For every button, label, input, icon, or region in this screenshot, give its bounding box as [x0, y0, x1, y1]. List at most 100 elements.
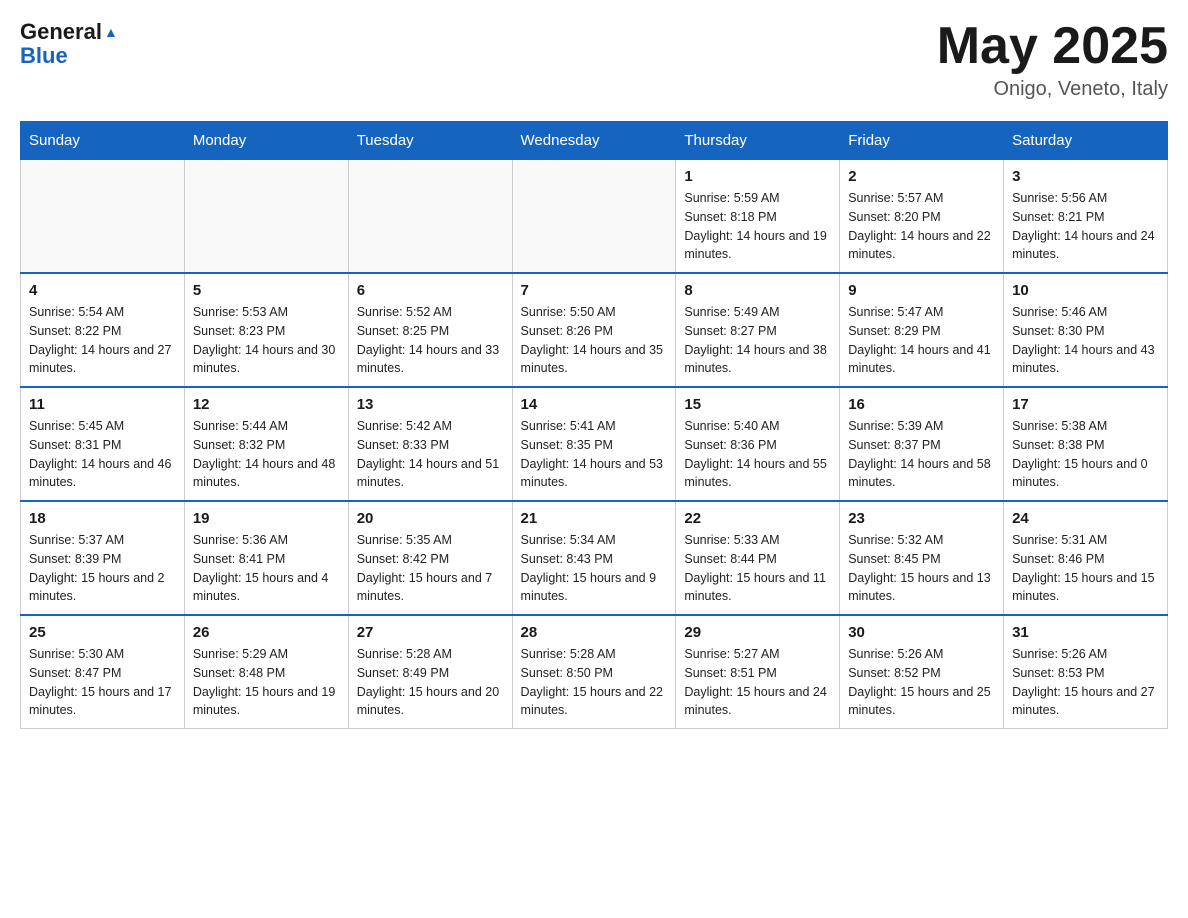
day-number: 18	[29, 510, 176, 527]
day-number: 11	[29, 396, 176, 413]
calendar-cell: 7 Sunrise: 5:50 AM Sunset: 8:26 PM Daylig…	[512, 273, 676, 387]
day-info: Sunrise: 5:30 AM Sunset: 8:47 PM Dayligh…	[29, 645, 176, 720]
day-number: 29	[684, 624, 831, 641]
column-header-thursday: Thursday	[676, 122, 840, 160]
day-number: 26	[193, 624, 340, 641]
calendar-cell: 11 Sunrise: 5:45 AM Sunset: 8:31 PM Dayli…	[21, 387, 185, 501]
day-number: 16	[848, 396, 995, 413]
day-info: Sunrise: 5:26 AM Sunset: 8:52 PM Dayligh…	[848, 645, 995, 720]
day-number: 15	[684, 396, 831, 413]
calendar-cell: 30 Sunrise: 5:26 AM Sunset: 8:52 PM Dayli…	[840, 615, 1004, 729]
calendar-cell: 6Sunrise: 5:52 AM Sunset: 8:25 PM Daylig…	[348, 273, 512, 387]
day-info: Sunrise: 5:36 AM Sunset: 8:41 PM Dayligh…	[193, 531, 340, 606]
day-info: Sunrise: 5:29 AM Sunset: 8:48 PM Dayligh…	[193, 645, 340, 720]
calendar-week-row: 1 Sunrise: 5:59 AM Sunset: 8:18 PM Daylig…	[21, 160, 1168, 274]
day-number: 27	[357, 624, 504, 641]
location: Onigo, Veneto, Italy	[937, 78, 1168, 101]
day-number: 7	[521, 282, 668, 299]
calendar-cell	[348, 160, 512, 274]
calendar-week-row: 11 Sunrise: 5:45 AM Sunset: 8:31 PM Dayli…	[21, 387, 1168, 501]
calendar-week-row: 18 Sunrise: 5:37 AM Sunset: 8:39 PM Dayli…	[21, 501, 1168, 615]
day-number: 3	[1012, 168, 1159, 185]
column-header-wednesday: Wednesday	[512, 122, 676, 160]
column-header-saturday: Saturday	[1004, 122, 1168, 160]
day-number: 22	[684, 510, 831, 527]
day-info: Sunrise: 5:52 AM Sunset: 8:25 PM Dayligh…	[357, 303, 504, 378]
calendar-cell: 8Sunrise: 5:49 AM Sunset: 8:27 PM Daylig…	[676, 273, 840, 387]
calendar-cell: 29Sunrise: 5:27 AM Sunset: 8:51 PM Dayli…	[676, 615, 840, 729]
day-number: 2	[848, 168, 995, 185]
calendar-cell: 25 Sunrise: 5:30 AM Sunset: 8:47 PM Dayli…	[21, 615, 185, 729]
day-info: Sunrise: 5:28 AM Sunset: 8:50 PM Dayligh…	[521, 645, 668, 720]
logo-blue: Blue	[20, 43, 68, 68]
calendar-cell: 2Sunrise: 5:57 AM Sunset: 8:20 PM Daylig…	[840, 160, 1004, 274]
day-info: Sunrise: 5:45 AM Sunset: 8:31 PM Dayligh…	[29, 417, 176, 492]
day-info: Sunrise: 5:32 AM Sunset: 8:45 PM Dayligh…	[848, 531, 995, 606]
day-number: 31	[1012, 624, 1159, 641]
day-info: Sunrise: 5:56 AM Sunset: 8:21 PM Dayligh…	[1012, 189, 1159, 264]
calendar-cell: 19 Sunrise: 5:36 AM Sunset: 8:41 PM Dayli…	[184, 501, 348, 615]
day-info: Sunrise: 5:53 AM Sunset: 8:23 PM Dayligh…	[193, 303, 340, 378]
day-number: 24	[1012, 510, 1159, 527]
day-info: Sunrise: 5:44 AM Sunset: 8:32 PM Dayligh…	[193, 417, 340, 492]
calendar-cell: 5 Sunrise: 5:53 AM Sunset: 8:23 PM Daylig…	[184, 273, 348, 387]
day-info: Sunrise: 5:39 AM Sunset: 8:37 PM Dayligh…	[848, 417, 995, 492]
day-number: 28	[521, 624, 668, 641]
day-number: 4	[29, 282, 176, 299]
calendar-cell: 3 Sunrise: 5:56 AM Sunset: 8:21 PM Daylig…	[1004, 160, 1168, 274]
day-info: Sunrise: 5:47 AM Sunset: 8:29 PM Dayligh…	[848, 303, 995, 378]
calendar-cell: 24 Sunrise: 5:31 AM Sunset: 8:46 PM Dayli…	[1004, 501, 1168, 615]
logo: General▲ Blue	[20, 20, 118, 68]
day-info: Sunrise: 5:59 AM Sunset: 8:18 PM Dayligh…	[684, 189, 831, 264]
calendar-cell: 26 Sunrise: 5:29 AM Sunset: 8:48 PM Dayli…	[184, 615, 348, 729]
day-info: Sunrise: 5:28 AM Sunset: 8:49 PM Dayligh…	[357, 645, 504, 720]
calendar-cell: 15 Sunrise: 5:40 AM Sunset: 8:36 PM Dayli…	[676, 387, 840, 501]
calendar-cell: 9 Sunrise: 5:47 AM Sunset: 8:29 PM Daylig…	[840, 273, 1004, 387]
calendar-cell	[512, 160, 676, 274]
day-info: Sunrise: 5:50 AM Sunset: 8:26 PM Dayligh…	[521, 303, 668, 378]
day-number: 13	[357, 396, 504, 413]
calendar-week-row: 25 Sunrise: 5:30 AM Sunset: 8:47 PM Dayli…	[21, 615, 1168, 729]
title-block: May 2025 Onigo, Veneto, Italy	[937, 20, 1168, 101]
calendar-cell	[21, 160, 185, 274]
calendar-cell: 21Sunrise: 5:34 AM Sunset: 8:43 PM Dayli…	[512, 501, 676, 615]
column-header-friday: Friday	[840, 122, 1004, 160]
calendar-cell: 23Sunrise: 5:32 AM Sunset: 8:45 PM Dayli…	[840, 501, 1004, 615]
day-info: Sunrise: 5:37 AM Sunset: 8:39 PM Dayligh…	[29, 531, 176, 606]
calendar-cell: 16 Sunrise: 5:39 AM Sunset: 8:37 PM Dayli…	[840, 387, 1004, 501]
day-number: 19	[193, 510, 340, 527]
calendar-cell: 18 Sunrise: 5:37 AM Sunset: 8:39 PM Dayli…	[21, 501, 185, 615]
calendar-cell: 13 Sunrise: 5:42 AM Sunset: 8:33 PM Dayli…	[348, 387, 512, 501]
day-number: 17	[1012, 396, 1159, 413]
calendar-table: SundayMondayTuesdayWednesdayThursdayFrid…	[20, 121, 1168, 729]
calendar-cell: 28 Sunrise: 5:28 AM Sunset: 8:50 PM Dayli…	[512, 615, 676, 729]
page-header: General▲ Blue May 2025 Onigo, Veneto, It…	[20, 20, 1168, 101]
day-info: Sunrise: 5:40 AM Sunset: 8:36 PM Dayligh…	[684, 417, 831, 492]
calendar-cell: 14Sunrise: 5:41 AM Sunset: 8:35 PM Dayli…	[512, 387, 676, 501]
day-number: 1	[684, 168, 831, 185]
day-number: 9	[848, 282, 995, 299]
day-info: Sunrise: 5:54 AM Sunset: 8:22 PM Dayligh…	[29, 303, 176, 378]
day-number: 30	[848, 624, 995, 641]
column-header-monday: Monday	[184, 122, 348, 160]
calendar-cell: 27 Sunrise: 5:28 AM Sunset: 8:49 PM Dayli…	[348, 615, 512, 729]
day-info: Sunrise: 5:38 AM Sunset: 8:38 PM Dayligh…	[1012, 417, 1159, 492]
month-year: May 2025	[937, 20, 1168, 72]
day-number: 20	[357, 510, 504, 527]
day-info: Sunrise: 5:49 AM Sunset: 8:27 PM Dayligh…	[684, 303, 831, 378]
logo-general: General	[20, 19, 102, 44]
calendar-cell: 20 Sunrise: 5:35 AM Sunset: 8:42 PM Dayli…	[348, 501, 512, 615]
day-info: Sunrise: 5:46 AM Sunset: 8:30 PM Dayligh…	[1012, 303, 1159, 378]
day-info: Sunrise: 5:26 AM Sunset: 8:53 PM Dayligh…	[1012, 645, 1159, 720]
day-info: Sunrise: 5:31 AM Sunset: 8:46 PM Dayligh…	[1012, 531, 1159, 606]
column-header-sunday: Sunday	[21, 122, 185, 160]
day-number: 12	[193, 396, 340, 413]
day-number: 25	[29, 624, 176, 641]
calendar-cell: 31 Sunrise: 5:26 AM Sunset: 8:53 PM Dayli…	[1004, 615, 1168, 729]
day-info: Sunrise: 5:42 AM Sunset: 8:33 PM Dayligh…	[357, 417, 504, 492]
day-info: Sunrise: 5:33 AM Sunset: 8:44 PM Dayligh…	[684, 531, 831, 606]
calendar-cell: 1 Sunrise: 5:59 AM Sunset: 8:18 PM Daylig…	[676, 160, 840, 274]
calendar-cell: 4 Sunrise: 5:54 AM Sunset: 8:22 PM Daylig…	[21, 273, 185, 387]
day-number: 5	[193, 282, 340, 299]
day-info: Sunrise: 5:35 AM Sunset: 8:42 PM Dayligh…	[357, 531, 504, 606]
